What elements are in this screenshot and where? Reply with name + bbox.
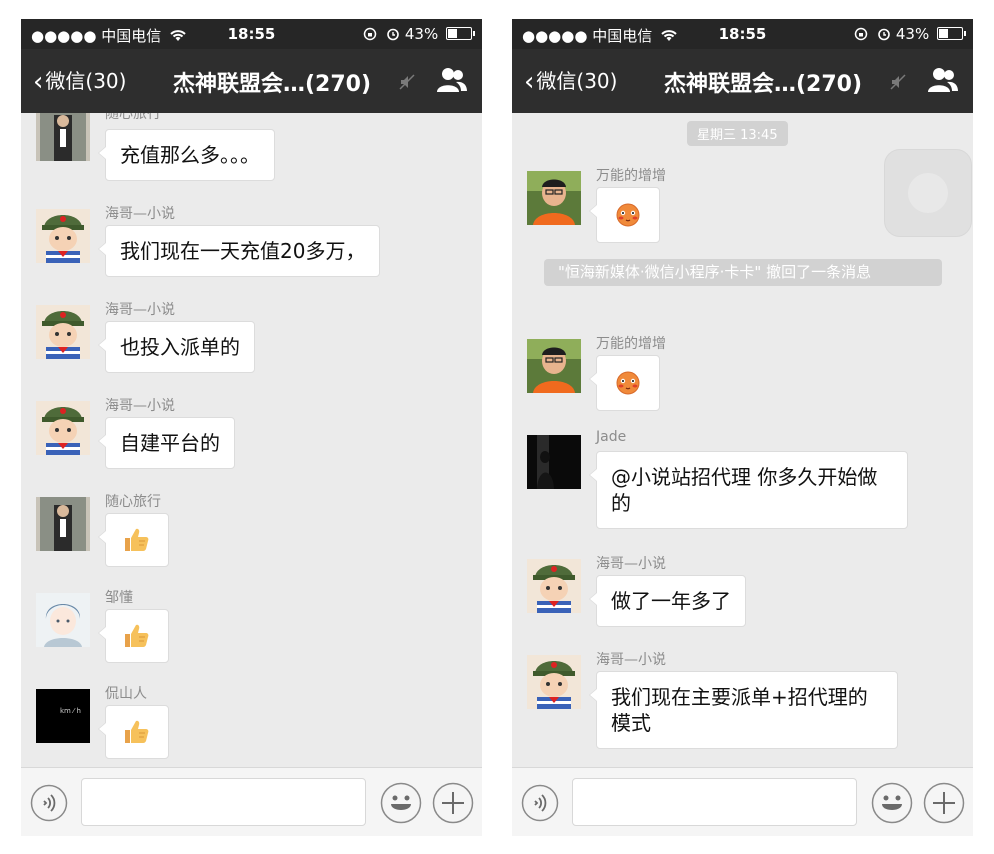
- message-bubble[interactable]: 充值那么多。。。: [98, 129, 275, 181]
- floating-assistive-button[interactable]: [884, 149, 972, 237]
- back-button[interactable]: ‹ 微信(30): [33, 65, 126, 97]
- avatar[interactable]: [527, 655, 581, 709]
- status-right: 43%: [363, 25, 475, 43]
- mute-icon: [399, 74, 415, 90]
- phone-screen-left: ●●●●● 中国电信 18:55 43% ‹ 微信(30) 杰神联盟会…(270)…: [21, 19, 482, 836]
- sender-name: 侃山人: [105, 686, 147, 702]
- plus-icon[interactable]: [923, 782, 965, 824]
- message-bubble[interactable]: 做了一年多了: [589, 575, 746, 627]
- sender-name: 海哥—小说: [105, 302, 175, 318]
- avatar[interactable]: [36, 209, 90, 263]
- chat-title: 杰神联盟会…(270): [173, 72, 372, 97]
- sender-name: 海哥—小说: [105, 398, 175, 414]
- sender-name: 万能的增增: [596, 168, 666, 184]
- thumbs-up-icon: [125, 528, 149, 551]
- back-label: 微信(30): [536, 69, 618, 93]
- lock-rotation-icon: [855, 27, 868, 41]
- sender-name: 海哥—小说: [105, 206, 175, 222]
- thumbs-up-icon: [125, 720, 149, 743]
- avatar[interactable]: [36, 497, 90, 551]
- status-right: 43%: [854, 25, 966, 43]
- sender-name: 随心旅行: [105, 494, 161, 510]
- message-bubble[interactable]: 我们现在一天充值20多万，: [97, 225, 381, 277]
- message-list[interactable]: 星期三 13:45 万能的增增 "恒海新媒体·微信小程序·卡卡" 撤回了一条消息…: [512, 113, 973, 767]
- group-members-icon[interactable]: [927, 66, 959, 94]
- message-bubble[interactable]: @小说站招代理 你多久开始做的: [589, 451, 908, 529]
- battery-icon: [937, 27, 966, 40]
- sender-name: 万能的增增: [596, 336, 666, 352]
- voice-icon[interactable]: [30, 784, 68, 822]
- message-bubble-emoji[interactable]: [98, 513, 169, 567]
- sender-name: 随心旅行: [105, 113, 161, 122]
- blush-face-icon: [616, 203, 640, 227]
- emoji-face-icon[interactable]: [380, 782, 422, 824]
- avatar-logo-text: km ⁄ h: [60, 707, 81, 715]
- message-bubble[interactable]: 我们现在主要派单+招代理的模式: [589, 671, 898, 749]
- phone-screen-right: ●●●●● 中国电信 18:55 43% ‹ 微信(30) 杰神联盟会…(270)…: [512, 19, 973, 836]
- blush-face-icon: [616, 371, 640, 395]
- status-bar: ●●●●● 中国电信 18:55 43%: [512, 19, 973, 49]
- alarm-icon: [387, 28, 399, 41]
- sender-name: Jade: [596, 429, 627, 445]
- back-button[interactable]: ‹ 微信(30): [524, 65, 617, 97]
- message-input[interactable]: [81, 778, 366, 826]
- nav-bar: ‹ 微信(30) 杰神联盟会…(270): [512, 49, 973, 113]
- avatar[interactable]: [36, 401, 90, 455]
- voice-icon[interactable]: [521, 784, 559, 822]
- input-bar: [512, 767, 973, 836]
- battery-percent: 43%: [895, 25, 930, 43]
- thumbs-up-icon: [125, 624, 149, 647]
- emoji-face-icon[interactable]: [871, 782, 913, 824]
- sender-name: 海哥—小说: [596, 556, 666, 572]
- battery-icon: [446, 27, 475, 40]
- lock-rotation-icon: [364, 27, 377, 41]
- message-input[interactable]: [572, 778, 857, 826]
- status-bar: ●●●●● 中国电信 18:55 43%: [21, 19, 482, 49]
- avatar[interactable]: [36, 593, 90, 647]
- battery-percent: 43%: [404, 25, 439, 43]
- avatar[interactable]: [527, 559, 581, 613]
- message-bubble-emoji[interactable]: [589, 355, 660, 411]
- sender-name: 海哥—小说: [596, 652, 666, 668]
- avatar[interactable]: [36, 113, 90, 161]
- sender-name: 邹懂: [105, 590, 133, 606]
- message-bubble[interactable]: 自建平台的: [98, 417, 235, 469]
- group-members-icon[interactable]: [436, 66, 468, 94]
- system-notice: "恒海新媒体·微信小程序·卡卡" 撤回了一条消息: [544, 259, 942, 286]
- message-bubble-emoji[interactable]: [98, 609, 169, 663]
- avatar[interactable]: km ⁄ h: [36, 689, 90, 743]
- message-bubble-emoji[interactable]: [98, 705, 169, 759]
- input-bar: [21, 767, 482, 836]
- alarm-icon: [878, 28, 890, 41]
- plus-icon[interactable]: [432, 782, 474, 824]
- back-label: 微信(30): [45, 69, 127, 93]
- message-bubble[interactable]: 也投入派单的: [98, 321, 255, 373]
- nav-bar: ‹ 微信(30) 杰神联盟会…(270): [21, 49, 482, 113]
- mute-icon: [890, 74, 906, 90]
- avatar[interactable]: [527, 339, 581, 393]
- back-chevron-icon: ‹: [524, 67, 535, 97]
- avatar[interactable]: [527, 435, 581, 489]
- back-chevron-icon: ‹: [33, 67, 44, 97]
- avatar[interactable]: [36, 305, 90, 359]
- timestamp-pill: 星期三 13:45: [687, 121, 788, 146]
- message-bubble-emoji[interactable]: [589, 187, 660, 243]
- chat-title: 杰神联盟会…(270): [664, 72, 863, 97]
- message-list[interactable]: 随心旅行 充值那么多。。。 海哥—小说 我们现在一天充值20多万， 海哥—小说 …: [21, 113, 482, 767]
- avatar[interactable]: [527, 171, 581, 225]
